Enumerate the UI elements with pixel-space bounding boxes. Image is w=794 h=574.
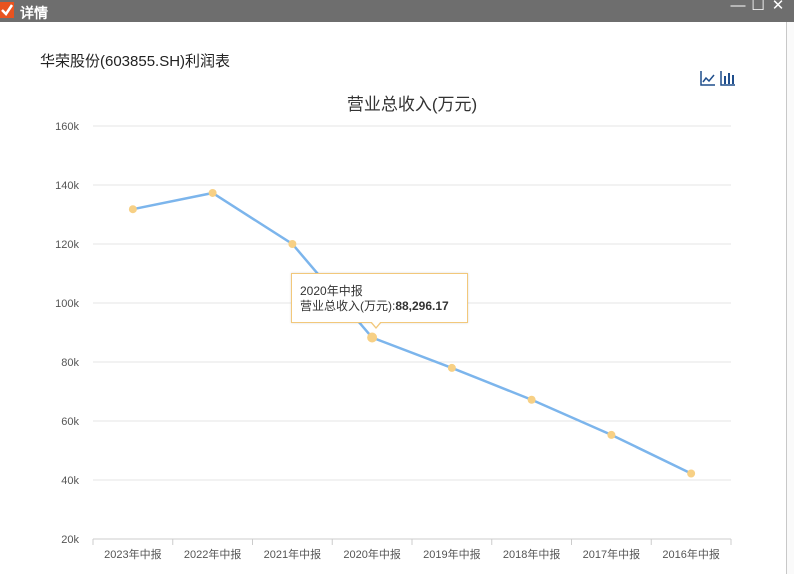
x-tick-label: 2020年中报	[343, 547, 400, 561]
chart-tooltip: 2020年中报 营业总收入(万元):88,296.17	[291, 273, 468, 329]
tooltip-value-line: 营业总收入(万元):88,296.17	[300, 297, 449, 314]
data-point	[288, 240, 297, 248]
data-point	[208, 188, 217, 197]
y-tick-label: 80k	[61, 357, 79, 369]
x-tick-label: 2021年中报	[264, 547, 321, 561]
data-point	[687, 469, 696, 478]
y-tick-label: 160k	[55, 121, 79, 133]
data-point	[128, 205, 137, 214]
x-tick-label: 2023年中报	[104, 547, 161, 561]
data-point	[527, 395, 536, 404]
data-point	[607, 430, 616, 439]
series-line	[132, 191, 692, 475]
tooltip-label: 营业总收入(万元):	[300, 299, 396, 313]
x-tick-label: 2016年中报	[662, 547, 719, 561]
y-tick-label: 20k	[61, 534, 79, 546]
x-tick-label: 2019年中报	[423, 547, 480, 561]
background-window-edge	[786, 22, 794, 574]
y-tick-label: 120k	[55, 239, 79, 251]
y-tick-label: 40k	[61, 475, 79, 487]
data-point	[447, 363, 456, 372]
y-tick-label: 100k	[55, 298, 79, 310]
x-tick-label: 2018年中报	[503, 547, 560, 561]
y-tick-label: 60k	[61, 416, 79, 428]
tooltip-arrow-inner	[371, 321, 381, 327]
data-point	[367, 332, 378, 343]
x-tick-label: 2022年中报	[184, 547, 241, 561]
y-tick-label: 140k	[55, 180, 79, 192]
x-tick-label: 2017年中报	[583, 547, 640, 561]
tooltip-value: 88,296.17	[395, 299, 449, 313]
chart-title: 营业总收入(万元)	[347, 95, 477, 114]
